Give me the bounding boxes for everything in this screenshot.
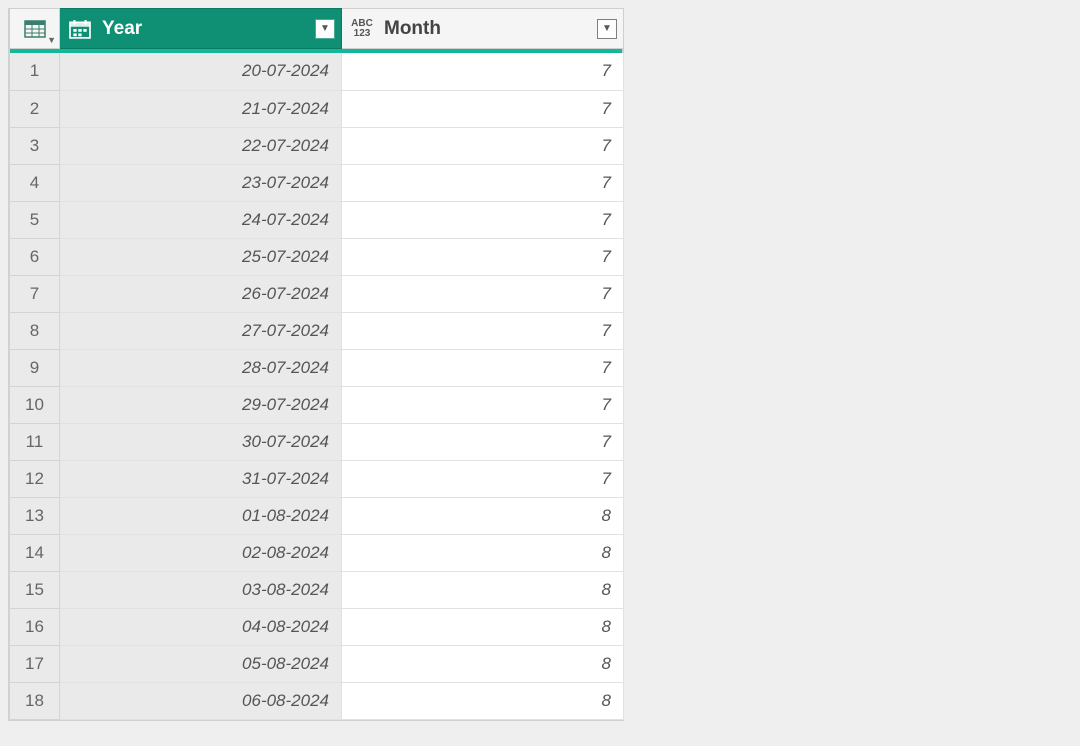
calendar-icon	[66, 17, 94, 41]
cell-year[interactable]: 29-07-2024	[60, 386, 342, 423]
cell-year[interactable]: 03-08-2024	[60, 571, 342, 608]
row-number[interactable]: 4	[10, 164, 60, 201]
table-row[interactable]: 1231-07-20247	[10, 460, 624, 497]
table-row[interactable]: 928-07-20247	[10, 349, 624, 386]
table-row[interactable]: 1130-07-20247	[10, 423, 624, 460]
cell-month[interactable]: 8	[342, 608, 624, 645]
cell-year[interactable]: 25-07-2024	[60, 238, 342, 275]
cell-year[interactable]: 06-08-2024	[60, 682, 342, 719]
column-header-month[interactable]: ABC123 Month ▼	[342, 9, 624, 49]
row-number[interactable]: 6	[10, 238, 60, 275]
cell-year[interactable]: 31-07-2024	[60, 460, 342, 497]
cell-year[interactable]: 22-07-2024	[60, 127, 342, 164]
table-row[interactable]: 423-07-20247	[10, 164, 624, 201]
row-number[interactable]: 9	[10, 349, 60, 386]
cell-year[interactable]: 02-08-2024	[60, 534, 342, 571]
row-number[interactable]: 17	[10, 645, 60, 682]
column-header-year[interactable]: Year ▼	[60, 9, 342, 49]
row-number[interactable]: 18	[10, 682, 60, 719]
table-row[interactable]: 322-07-20247	[10, 127, 624, 164]
cell-month[interactable]: 7	[342, 275, 624, 312]
cell-year[interactable]: 30-07-2024	[60, 423, 342, 460]
select-all-corner[interactable]: ▼	[10, 9, 60, 49]
cell-year[interactable]: 28-07-2024	[60, 349, 342, 386]
query-preview-table: ▼	[8, 8, 624, 721]
cell-year[interactable]: 23-07-2024	[60, 164, 342, 201]
row-number[interactable]: 16	[10, 608, 60, 645]
table-row[interactable]: 1604-08-20248	[10, 608, 624, 645]
column-filter-dropdown[interactable]: ▼	[597, 19, 617, 39]
table-row[interactable]: 524-07-20247	[10, 201, 624, 238]
cell-month[interactable]: 7	[342, 90, 624, 127]
cell-month[interactable]: 7	[342, 164, 624, 201]
table-row[interactable]: 1806-08-20248	[10, 682, 624, 719]
cell-year[interactable]: 01-08-2024	[60, 497, 342, 534]
cell-month[interactable]: 7	[342, 423, 624, 460]
row-number[interactable]: 8	[10, 312, 60, 349]
row-number[interactable]: 13	[10, 497, 60, 534]
chevron-down-icon: ▼	[47, 35, 56, 45]
table-row[interactable]: 625-07-20247	[10, 238, 624, 275]
column-header-label: Month	[384, 18, 589, 40]
row-number[interactable]: 3	[10, 127, 60, 164]
table-row[interactable]: 221-07-20247	[10, 90, 624, 127]
row-number[interactable]: 14	[10, 534, 60, 571]
chevron-down-icon: ▼	[602, 23, 612, 34]
cell-month[interactable]: 7	[342, 127, 624, 164]
table-row[interactable]: 827-07-20247	[10, 312, 624, 349]
row-number[interactable]: 5	[10, 201, 60, 238]
row-number[interactable]: 7	[10, 275, 60, 312]
cell-month[interactable]: 8	[342, 645, 624, 682]
table-row[interactable]: 726-07-20247	[10, 275, 624, 312]
cell-year[interactable]: 20-07-2024	[60, 53, 342, 90]
any-type-icon: ABC123	[348, 17, 376, 41]
table-row[interactable]: 1029-07-20247	[10, 386, 624, 423]
cell-year[interactable]: 26-07-2024	[60, 275, 342, 312]
row-number[interactable]: 10	[10, 386, 60, 423]
cell-year[interactable]: 04-08-2024	[60, 608, 342, 645]
table-row[interactable]: 1402-08-20248	[10, 534, 624, 571]
row-number[interactable]: 2	[10, 90, 60, 127]
table-row[interactable]: 120-07-20247	[10, 53, 624, 90]
cell-year[interactable]: 05-08-2024	[60, 645, 342, 682]
cell-month[interactable]: 7	[342, 312, 624, 349]
cell-month[interactable]: 8	[342, 497, 624, 534]
cell-year[interactable]: 21-07-2024	[60, 90, 342, 127]
cell-year[interactable]: 27-07-2024	[60, 312, 342, 349]
row-number[interactable]: 11	[10, 423, 60, 460]
cell-month[interactable]: 7	[342, 201, 624, 238]
row-number[interactable]: 15	[10, 571, 60, 608]
cell-month[interactable]: 7	[342, 460, 624, 497]
cell-month[interactable]: 7	[342, 386, 624, 423]
table-row[interactable]: 1503-08-20248	[10, 571, 624, 608]
cell-month[interactable]: 7	[342, 238, 624, 275]
cell-year[interactable]: 24-07-2024	[60, 201, 342, 238]
row-number[interactable]: 1	[10, 53, 60, 90]
chevron-down-icon: ▼	[320, 23, 330, 34]
column-filter-dropdown[interactable]: ▼	[315, 19, 335, 39]
cell-month[interactable]: 7	[342, 349, 624, 386]
table-icon	[24, 20, 46, 38]
row-number[interactable]: 12	[10, 460, 60, 497]
table-row[interactable]: 1705-08-20248	[10, 645, 624, 682]
cell-month[interactable]: 7	[342, 53, 624, 90]
table-row[interactable]: 1301-08-20248	[10, 497, 624, 534]
column-header-label: Year	[102, 18, 307, 40]
cell-month[interactable]: 8	[342, 534, 624, 571]
cell-month[interactable]: 8	[342, 682, 624, 719]
cell-month[interactable]: 8	[342, 571, 624, 608]
